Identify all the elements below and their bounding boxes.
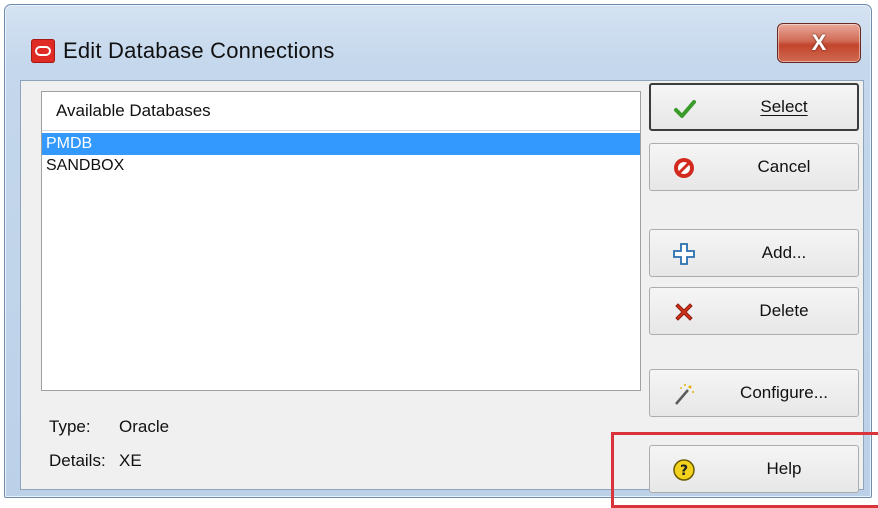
delete-button[interactable]: Delete — [649, 287, 859, 335]
cancel-button[interactable]: Cancel — [649, 143, 859, 191]
close-button[interactable]: X — [777, 23, 861, 63]
oracle-logo-icon — [31, 39, 55, 63]
add-button[interactable]: Add... — [649, 229, 859, 277]
no-entry-icon — [672, 156, 696, 180]
help-button-label: Help — [766, 459, 802, 478]
cancel-button-label: Cancel — [757, 157, 811, 176]
list-item-pmdb[interactable]: PMDB — [42, 133, 640, 155]
configure-button-label: Configure... — [740, 383, 828, 402]
title-bar[interactable]: Edit Database Connections X — [5, 5, 871, 81]
magic-wand-icon — [672, 382, 696, 406]
details-row: Details: XE — [49, 451, 142, 471]
connection-info-panel: Type: Oracle Details: XE — [41, 399, 641, 485]
available-databases-list[interactable]: Available Databases PMDB SANDBOX — [41, 91, 641, 391]
help-icon: ? — [672, 458, 696, 482]
dialog-client-area: Available Databases PMDB SANDBOX Type: Or… — [20, 80, 878, 508]
type-label: Type: — [49, 417, 91, 436]
select-button[interactable]: Select — [649, 83, 859, 131]
window-title: Edit Database Connections — [63, 38, 335, 63]
list-rows: PMDB SANDBOX — [42, 133, 640, 177]
delete-button-label: Delete — [759, 301, 809, 320]
details-value: XE — [119, 451, 142, 470]
configure-button[interactable]: Configure... — [649, 369, 859, 417]
plus-icon — [672, 242, 696, 266]
help-button[interactable]: ? Help — [649, 445, 859, 493]
svg-text:?: ? — [680, 463, 688, 479]
type-row: Type: Oracle — [49, 417, 169, 437]
checkmark-icon — [673, 97, 697, 121]
delete-x-icon — [672, 300, 696, 324]
details-label: Details: — [49, 451, 106, 470]
list-item-sandbox[interactable]: SANDBOX — [42, 155, 640, 177]
select-button-label: Select — [760, 97, 808, 116]
type-value: Oracle — [119, 417, 170, 436]
add-button-label: Add... — [761, 243, 807, 262]
list-header: Available Databases — [42, 92, 640, 131]
